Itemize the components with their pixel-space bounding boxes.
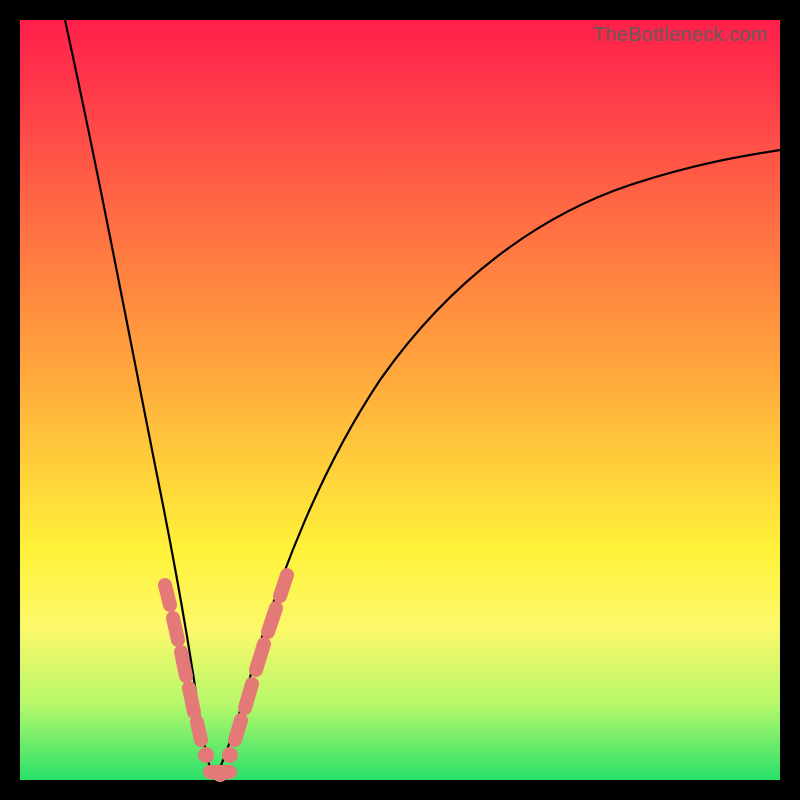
marker-left-2 — [173, 618, 178, 640]
marker-left-1 — [165, 585, 170, 605]
marker-right-1 — [222, 747, 238, 763]
watermark-text: TheBottleneck.com — [593, 24, 768, 47]
marker-left-3 — [181, 652, 186, 676]
chart-svg — [20, 20, 780, 780]
marker-left-5 — [197, 722, 201, 740]
curve-left-branch — [65, 20, 215, 778]
marker-right-2 — [235, 720, 241, 740]
plot-area: TheBottleneck.com — [20, 20, 780, 780]
marker-right-3 — [245, 684, 252, 708]
marker-right-6 — [280, 575, 287, 596]
curve-right-branch — [215, 150, 780, 778]
marker-right-5 — [268, 608, 276, 632]
marker-left-6 — [198, 747, 214, 763]
marker-valley-2 — [212, 766, 228, 782]
marker-left-4 — [189, 688, 194, 712]
outer-frame: TheBottleneck.com — [0, 0, 800, 800]
marker-right-4 — [256, 644, 264, 670]
